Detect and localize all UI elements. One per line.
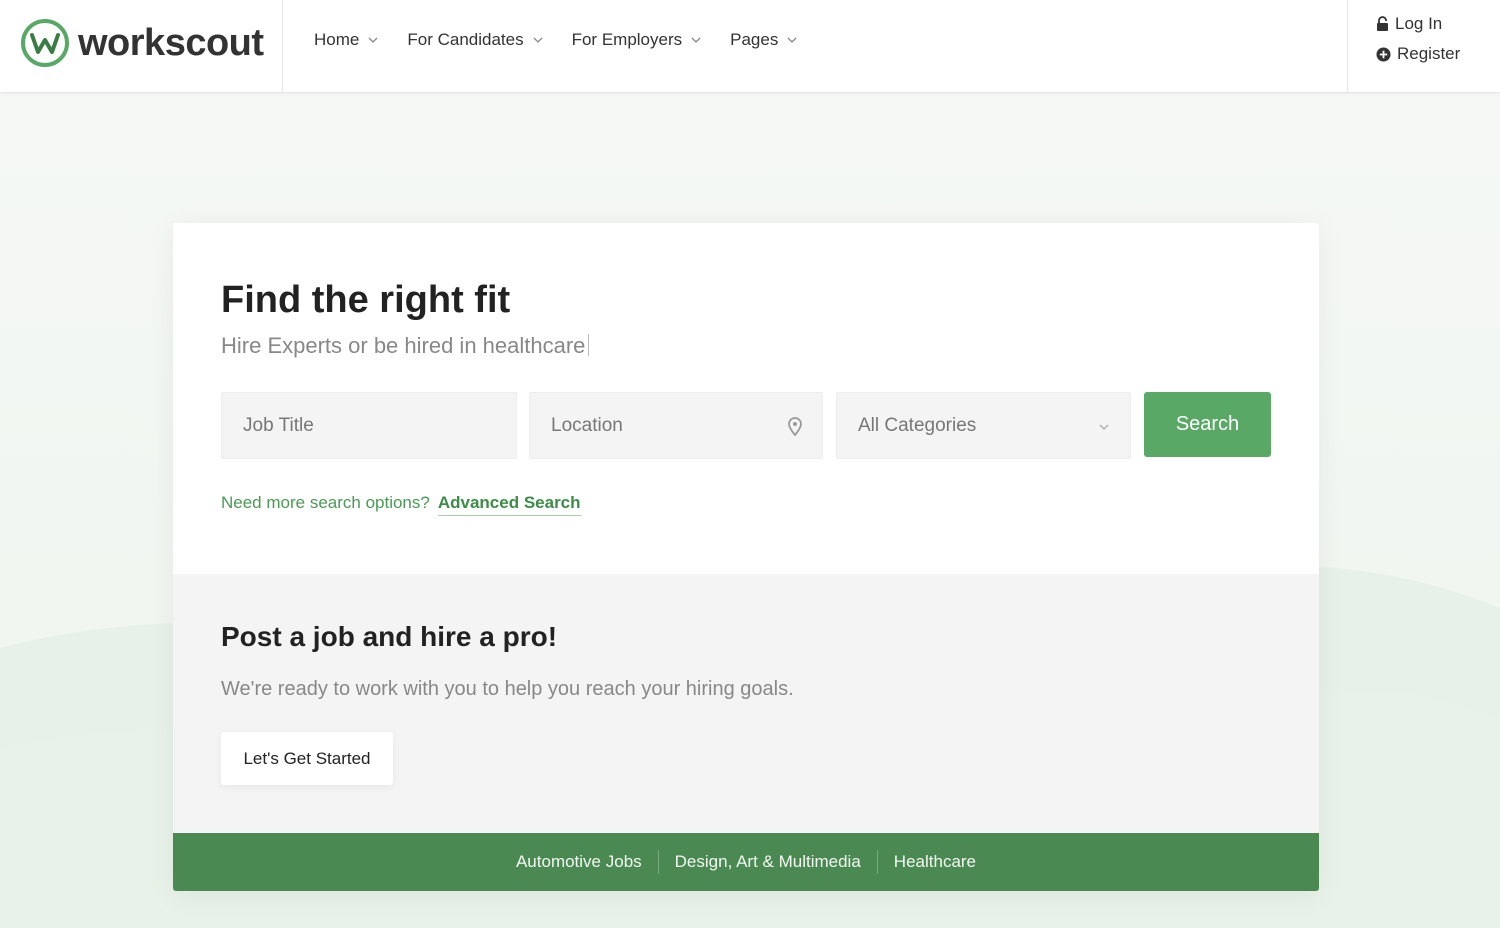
category-bar: Automotive Jobs Design, Art & Multimedia… [173, 833, 1319, 891]
auth-links: Log In Register [1376, 14, 1460, 64]
location-input[interactable] [551, 414, 822, 437]
job-title-input[interactable] [243, 414, 516, 437]
header-divider [1347, 0, 1348, 93]
hero-subtitle-text: Hire Experts or be hired in healthcare [221, 333, 586, 358]
job-title-field[interactable] [221, 392, 517, 459]
get-started-button[interactable]: Let's Get Started [221, 732, 393, 785]
search-section: Find the right fit Hire Experts or be hi… [173, 223, 1319, 574]
header-divider [282, 0, 283, 93]
nav-item-home[interactable]: Home [314, 30, 379, 50]
nav-label: For Candidates [407, 30, 524, 49]
text-caret [588, 334, 590, 356]
workscout-logo-icon [21, 19, 69, 67]
map-pin-icon [788, 417, 802, 436]
plus-circle-icon [1376, 47, 1391, 61]
more-options-text: Need more search options? [221, 493, 430, 512]
nav-label: For Employers [571, 30, 683, 49]
login-label: Log In [1395, 14, 1443, 33]
nav-item-pages[interactable]: Pages [730, 30, 798, 50]
category-selected: All Categories [858, 414, 977, 436]
chevron-down-icon [1099, 424, 1109, 430]
category-link-design[interactable]: Design, Art & Multimedia [659, 852, 877, 872]
logo-text: workscout [78, 21, 264, 64]
login-link[interactable]: Log In [1376, 14, 1460, 34]
category-select[interactable]: All Categories [836, 392, 1131, 459]
main-nav: Home For Candidates For Employers Pages [314, 30, 798, 50]
category-link-healthcare[interactable]: Healthcare [878, 852, 992, 872]
location-field[interactable] [529, 392, 823, 459]
post-job-section: Post a job and hire a pro! We're ready t… [173, 574, 1319, 833]
chevron-down-icon [691, 37, 701, 43]
nav-item-for-employers[interactable]: For Employers [572, 30, 703, 50]
logo[interactable]: workscout [20, 17, 264, 69]
nav-item-for-candidates[interactable]: For Candidates [407, 30, 543, 50]
register-link[interactable]: Register [1376, 44, 1460, 64]
hero-card: Find the right fit Hire Experts or be hi… [173, 223, 1319, 891]
hero-title: Find the right fit [221, 279, 511, 321]
post-title: Post a job and hire a pro! [221, 621, 558, 652]
site-header: workscout Home For Candidates For Employ… [0, 0, 1500, 93]
chevron-down-icon [368, 37, 378, 43]
nav-label: Home [314, 30, 360, 49]
hero-subtitle: Hire Experts or be hired in healthcare [221, 333, 590, 359]
nav-label: Pages [730, 30, 779, 49]
lock-icon [1377, 16, 1388, 31]
advanced-search-link[interactable]: Advanced Search [437, 493, 581, 516]
register-label: Register [1397, 44, 1461, 63]
search-button[interactable]: Search [1144, 392, 1271, 457]
chevron-down-icon [787, 37, 797, 43]
post-text: We're ready to work with you to help you… [221, 678, 794, 700]
advanced-search-row: Need more search options? Advanced Searc… [221, 493, 581, 516]
category-link-automotive[interactable]: Automotive Jobs [500, 852, 658, 872]
chevron-down-icon [533, 37, 543, 43]
